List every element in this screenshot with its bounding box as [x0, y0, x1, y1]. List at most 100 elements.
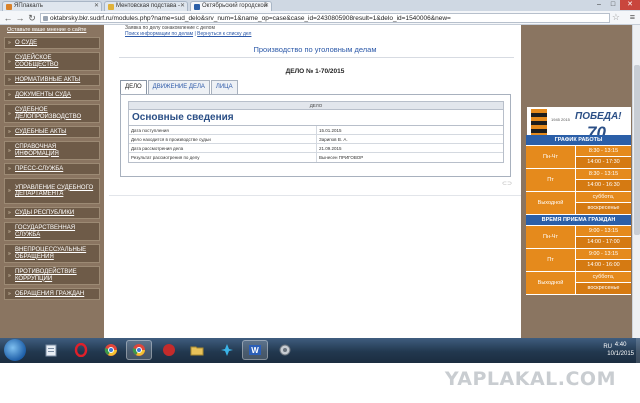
sidebar-item-reference-info[interactable]: » СПРАВОЧНАЯ ИНФОРМАЦИЯ	[4, 141, 100, 160]
sidebar-item-judicial-community[interactable]: » СУДЕЙСКОЕ СООБЩЕСТВО	[4, 52, 100, 71]
row-value: Вынесен ПРИГОВОР	[319, 155, 364, 160]
site-favicon-icon	[6, 4, 12, 10]
tab-label: ЯПлакалъ	[14, 3, 43, 9]
show-desktop-button[interactable]	[636, 338, 640, 363]
row-value: 15.01.2015	[319, 128, 342, 133]
top-links: Поиск информации по делам | Вернуться к …	[125, 31, 252, 37]
site-favicon-icon	[194, 4, 200, 10]
schedule-row: Пн-Чт 8:30 - 13:15 14:00 - 17:30	[526, 146, 631, 169]
browser-tab-bar: ЯПлакалъ ✕ Ментовская подстава - ✕ Октяб…	[0, 0, 640, 11]
tab-case-movement[interactable]: ДВИЖЕНИЕ ДЕЛА	[147, 80, 210, 94]
word-icon[interactable]: W	[242, 340, 268, 360]
row-label: Дата рассмотрения дела	[129, 144, 317, 152]
browser-tab-1[interactable]: ЯПлакалъ ✕	[2, 1, 102, 11]
vertical-scrollbar[interactable]	[632, 25, 640, 338]
window-close-icon[interactable]: ✕	[620, 0, 640, 10]
address-bar[interactable]: oktabrsky.bkr.sudrf.ru/modules.php?name=…	[40, 13, 610, 23]
menu-icon[interactable]: ≡	[630, 12, 635, 22]
sidebar-nav: Оставьте ваше мнение о сайте » О СУДЕ » СУ…	[4, 25, 100, 303]
taskbar-clock[interactable]: 4:40 10/1/2015	[607, 341, 634, 359]
row-label: Результат рассмотрения по делу	[129, 153, 317, 162]
close-tab-icon[interactable]: ✕	[94, 2, 99, 11]
start-button-icon[interactable]	[4, 339, 26, 361]
schedule-time: 14:00 - 17:00	[576, 237, 631, 248]
bullet-icon: »	[8, 92, 11, 98]
bullet-icon: »	[8, 188, 11, 194]
table-row: Дата рассмотрения дела 21.09.2015	[129, 144, 503, 153]
bullet-icon: »	[8, 58, 11, 65]
table-row: Дата поступления 15.01.2015	[129, 126, 503, 135]
tab-case[interactable]: ДЕЛО	[120, 80, 147, 94]
resize-handle-icon[interactable]: ⊂⊃	[502, 180, 512, 187]
bullet-icon: »	[8, 77, 11, 83]
schedule-day: Пт	[526, 249, 576, 271]
site-favicon-icon	[108, 4, 114, 10]
sidebar-item-extraprocedural[interactable]: » ВНЕПРОЦЕССУАЛЬНЫЕ ОБРАЩЕНИЯ	[4, 244, 100, 263]
back-icon[interactable]: ←	[2, 12, 14, 24]
browser-toolbar: ← → ↻ oktabrsky.bkr.sudrf.ru/modules.php…	[0, 11, 640, 25]
bookmark-star-icon[interactable]: ☆	[612, 12, 620, 23]
sidebar-item-judicial-department[interactable]: » УПРАВЛЕНИЕ СУДЕБНОГО ДЕПАРТАМЕНТА	[4, 178, 100, 204]
case-tabs: ДЕЛО ДВИЖЕНИЕ ДЕЛА ЛИЦА	[120, 80, 239, 94]
chrome-active-icon[interactable]	[126, 340, 152, 360]
sidebar-item-republic-courts[interactable]: » СУДЫ РЕСПУБЛИКИ	[4, 207, 100, 219]
close-tab-icon[interactable]: ✕	[180, 2, 185, 11]
bullet-icon: »	[8, 40, 11, 46]
maximize-icon[interactable]: □	[606, 0, 620, 10]
sidebar-item-civil-service[interactable]: » ГОСУДАРСТВЕННАЯ СЛУЖБА	[4, 222, 100, 241]
schedule-time: 9:00 - 13:15	[576, 226, 631, 237]
schedule-row: Пн-Чт 9:00 - 13:15 14:00 - 17:00	[526, 226, 631, 249]
sidebar-item-citizen-appeals[interactable]: » ОБРАЩЕНИЯ ГРАЖДАН	[4, 288, 100, 300]
section-title: Производство по уголовным делам	[253, 45, 377, 54]
row-label: Дело находится в производстве судьи	[129, 135, 317, 143]
sidebar-item-press-service[interactable]: » ПРЕСС-СЛУЖБА	[4, 163, 100, 175]
sidebar-item-anti-corruption[interactable]: » ПРОТИВОДЕЙСТВИЕ КОРРУПЦИИ	[4, 266, 100, 285]
media-player-icon[interactable]	[214, 340, 240, 360]
table-heading: Основные сведения	[129, 110, 503, 126]
schedule-time: 9:00 - 13:15	[576, 249, 631, 260]
file-explorer-icon[interactable]	[38, 340, 64, 360]
reload-icon[interactable]: ↻	[26, 12, 38, 24]
back-to-list-link[interactable]: Вернуться к списку дел	[197, 31, 251, 37]
case-info-table: ДЕЛО Основные сведения Дата поступления …	[128, 101, 504, 163]
case-number: ДЕЛО № 1-70/2015	[285, 68, 345, 75]
tab-persons[interactable]: ЛИЦА	[210, 80, 238, 94]
chrome-icon[interactable]	[98, 340, 124, 360]
schedule-time: суббота,	[576, 192, 631, 203]
work-schedule-title: ГРАФИК РАБОТЫ	[526, 135, 631, 146]
schedule-time: 8:30 - 13:15	[576, 169, 631, 180]
sidebar-item-judicial-acts[interactable]: » СУДЕБНЫЕ АКТЫ	[4, 126, 100, 138]
minimize-icon[interactable]: –	[592, 0, 606, 10]
url-text: oktabrsky.bkr.sudrf.ru/modules.php?name=…	[50, 15, 451, 22]
row-value: 21.09.2015	[319, 146, 342, 151]
schedule-day: Выходной	[526, 192, 576, 214]
sidebar-item-case-management[interactable]: » СУДЕБНОЕ ДЕЛОПРОИЗВОДСТВО	[4, 104, 100, 123]
schedule-time: 14:00 - 17:30	[576, 157, 631, 168]
row-value: Зарипов В. А.	[319, 137, 348, 142]
red-app-icon[interactable]	[156, 340, 182, 360]
browser-tab-2[interactable]: Ментовская подстава - ✕	[104, 1, 188, 11]
sidebar-item-normative-acts[interactable]: » НОРМАТИВНЫЕ АКТЫ	[4, 74, 100, 86]
sidebar-item-about[interactable]: » О СУДЕ	[4, 37, 100, 49]
schedule-day: Выходной	[526, 272, 576, 294]
bullet-icon: »	[8, 272, 11, 279]
feedback-link[interactable]: Оставьте ваше мнение о сайте	[4, 25, 100, 37]
opera-icon[interactable]	[68, 340, 94, 360]
forward-icon[interactable]: →	[14, 12, 26, 24]
bullet-icon: »	[8, 166, 11, 172]
sidebar-item-court-documents[interactable]: » ДОКУМЕНТЫ СУДА	[4, 89, 100, 101]
schedule-time: воскресенье	[576, 283, 631, 294]
schedule-row: Пт 9:00 - 13:15 14:00 - 16:00	[526, 249, 631, 272]
browser-tab-3[interactable]: Октябрьский городской ✕	[190, 1, 272, 11]
taskbar: W RU 4:40 10/1/2015	[0, 338, 640, 363]
bullet-icon: »	[8, 110, 11, 117]
search-cases-link[interactable]: Поиск информации по делам	[125, 31, 193, 37]
scrollbar-thumb[interactable]	[634, 65, 640, 235]
svg-text:W: W	[251, 346, 259, 355]
main-content: Заявка по делу ознакомление с делом Поис…	[109, 25, 521, 338]
watermark-text: YAPLAKAL.COM	[444, 368, 616, 390]
close-tab-icon[interactable]: ✕	[264, 2, 269, 11]
tool-app-icon[interactable]	[272, 340, 298, 360]
tab-label: Октябрьский городской	[202, 3, 268, 9]
folder-icon[interactable]	[184, 340, 210, 360]
